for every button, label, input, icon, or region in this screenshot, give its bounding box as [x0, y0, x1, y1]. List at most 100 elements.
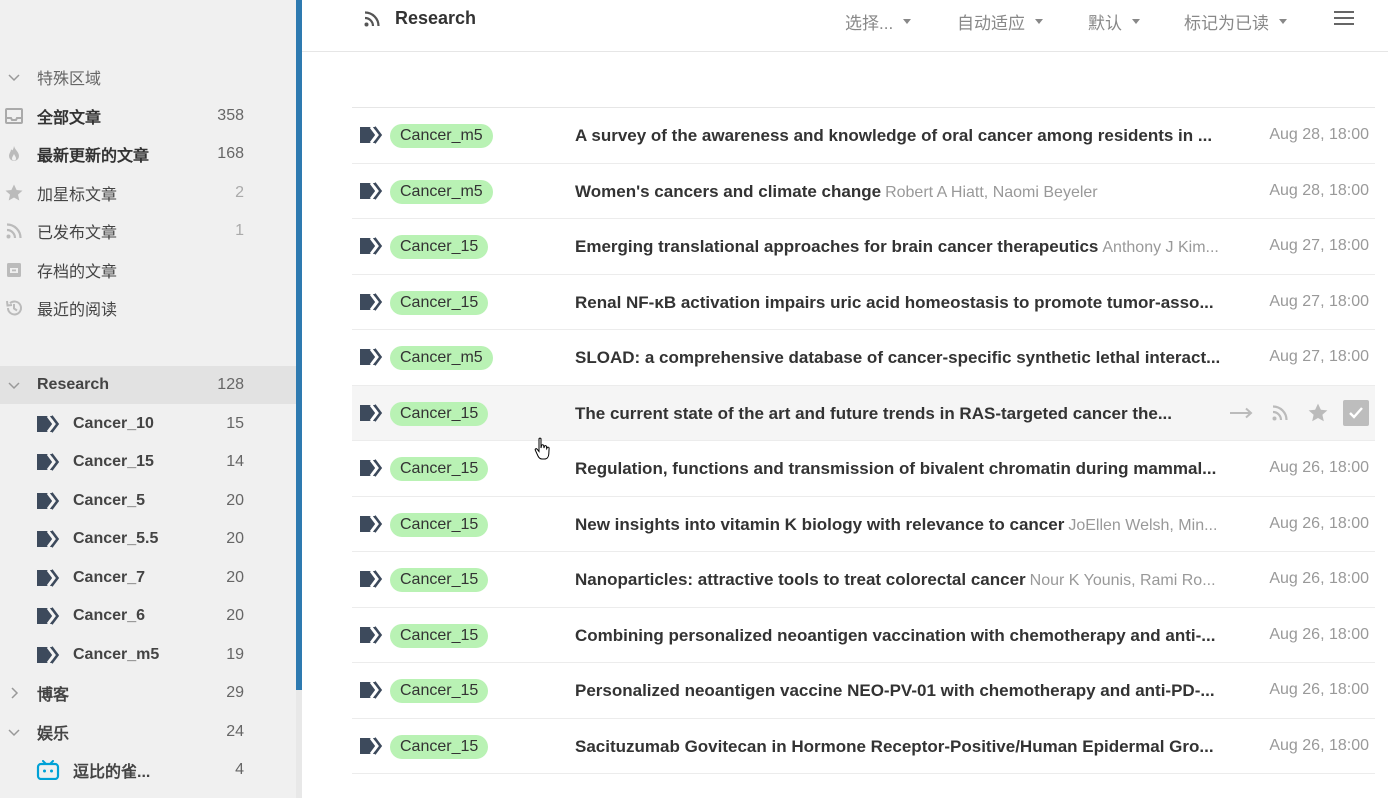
article-title: Sacituzumab Govitecan in Hormone Recepto… — [575, 736, 1214, 756]
article-row[interactable]: Cancer_15 The current state of the art an… — [352, 385, 1375, 441]
mark-as-read-dropdown-label: 标记为已读 — [1184, 14, 1269, 33]
feed-tag[interactable]: Cancer_15 — [390, 623, 489, 648]
feed-tag[interactable]: Cancer_15 — [390, 401, 489, 426]
feed-tag[interactable]: Cancer_m5 — [390, 179, 493, 204]
feed-icon — [360, 126, 383, 144]
feed-tag[interactable]: Cancer_m5 — [390, 346, 493, 370]
feed-icon — [360, 237, 383, 255]
sidebar-feed-item[interactable]: Cancer_10 15 — [0, 405, 296, 443]
sidebar-feed-bilibili[interactable]: 逗比的雀... 4 — [0, 751, 296, 789]
article-content[interactable]: Personalized neoantigen vaccine NEO-PV-0… — [575, 680, 1255, 702]
sidebar-scroll-track — [296, 690, 302, 798]
star-icon — [5, 184, 23, 201]
article-row[interactable]: Cancer_15 Renal NF-κB activation impairs … — [352, 275, 1375, 330]
article-content[interactable]: Nanoparticles: attractive tools to treat… — [575, 569, 1255, 591]
article-title: Combining personalized neoantigen vaccin… — [575, 625, 1216, 645]
sidebar-feed-count: 19 — [226, 646, 244, 663]
sidebar-item-starred[interactable]: 加星标文章 2 — [0, 174, 296, 212]
feed-tag[interactable]: Cancer_15 — [390, 679, 489, 703]
article-title: Personalized neoantigen vaccine NEO-PV-0… — [575, 681, 1215, 700]
arrow-right-icon[interactable] — [1229, 400, 1255, 426]
article-row[interactable]: Cancer_15 Emerging translational approach… — [352, 219, 1375, 275]
special-section-header[interactable]: 特殊区域 — [0, 58, 296, 96]
feed-tag[interactable]: Cancer_m5 — [390, 124, 493, 148]
sidebar-feed-count: 15 — [226, 415, 244, 432]
sidebar-category-blog[interactable]: 博客 29 — [0, 674, 296, 712]
sidebar-feed-count: 14 — [226, 453, 244, 470]
select-dropdown[interactable]: 选择... — [845, 9, 912, 34]
article-row[interactable]: Cancer_15 Combining personalized neoantig… — [352, 608, 1375, 663]
article-title: Nanoparticles: attractive tools to treat… — [575, 570, 1026, 589]
feed-tag[interactable]: Cancer_15 — [390, 568, 489, 592]
article-content[interactable]: Regulation, functions and transmission o… — [575, 458, 1255, 480]
feed-icon — [360, 181, 383, 200]
sidebar-category-label: 博客 — [37, 687, 70, 704]
feed-tag[interactable]: Cancer_15 — [390, 512, 489, 537]
rss-icon[interactable] — [1267, 400, 1293, 426]
article-title: New insights into vitamin K biology with… — [575, 514, 1065, 534]
article-content[interactable]: Renal NF-κB activation impairs uric acid… — [575, 292, 1255, 314]
sidebar-feed-item[interactable]: Cancer_6 20 — [0, 597, 296, 635]
feed-icon — [37, 492, 60, 510]
feed-tag[interactable]: Cancer_15 — [390, 290, 489, 315]
article-title: Regulation, functions and transmission o… — [575, 459, 1217, 478]
feed-tag[interactable]: Cancer_15 — [390, 457, 489, 481]
hamburger-menu-icon[interactable] — [1334, 11, 1354, 27]
article-date: Aug 27, 18:00 — [1269, 237, 1369, 254]
checkmark-icon[interactable] — [1343, 399, 1369, 426]
mark-as-read-dropdown[interactable]: 标记为已读 — [1184, 9, 1287, 34]
feed-icon — [37, 646, 60, 664]
article-content[interactable]: SLOAD: a comprehensive database of cance… — [575, 347, 1255, 369]
sidebar-item-label: 最近的阅读 — [37, 302, 118, 319]
sort-order-dropdown[interactable]: 默认 — [1088, 9, 1140, 34]
sidebar-feed-count: 4 — [235, 761, 244, 778]
sidebar-feed-item[interactable]: Cancer_5.5 20 — [0, 520, 296, 558]
sidebar-category-research[interactable]: Research 128 — [0, 366, 296, 404]
article-date: Aug 26, 18:00 — [1269, 570, 1369, 587]
sidebar-feed-item[interactable]: Cancer_5 20 — [0, 482, 296, 520]
sidebar-item-published[interactable]: 已发布文章 1 — [0, 212, 296, 250]
sidebar-feed-item[interactable]: Cancer_7 20 — [0, 559, 296, 597]
article-content[interactable]: The current state of the art and future … — [575, 403, 1205, 425]
sidebar-category-entertainment[interactable]: 娱乐 24 — [0, 713, 296, 751]
article-row[interactable]: Cancer_15 Personalized neoantigen vaccine… — [352, 663, 1375, 719]
article-row[interactable]: Cancer_15 Regulation, functions and trans… — [352, 441, 1375, 497]
view-mode-dropdown[interactable]: 自动适应 — [957, 9, 1043, 34]
caret-down-icon — [1132, 19, 1140, 24]
feed-tag[interactable]: Cancer_15 — [390, 235, 489, 259]
sidebar-feed-item[interactable]: Cancer_15 14 — [0, 443, 296, 481]
sidebar-item-all-articles[interactable]: 全部文章 358 — [0, 97, 296, 135]
article-row[interactable]: Cancer_15 Sacituzumab Govitecan in Hormon… — [352, 719, 1375, 774]
article-row[interactable]: Cancer_m5 Women's cancers and climate cha… — [352, 164, 1375, 219]
feed-icon — [360, 681, 383, 699]
article-content[interactable]: Combining personalized neoantigen vaccin… — [575, 625, 1255, 647]
article-content[interactable]: A survey of the awareness and knowledge … — [575, 125, 1255, 147]
sidebar-item-archived[interactable]: 存档的文章 — [0, 251, 296, 289]
feed-icon — [37, 569, 60, 587]
sidebar-feed-label: Cancer_5 — [73, 492, 146, 509]
article-date: Aug 26, 18:00 — [1269, 736, 1369, 754]
article-content[interactable]: Emerging translational approaches for br… — [575, 236, 1255, 258]
article-title: SLOAD: a comprehensive database of cance… — [575, 348, 1221, 367]
sidebar-feed-item[interactable]: Cancer_m5 19 — [0, 636, 296, 674]
article-row[interactable]: Cancer_15 Nanoparticles: attractive tools… — [352, 552, 1375, 608]
sidebar-item-recently-read[interactable]: 最近的阅读 — [0, 289, 296, 327]
feed-icon — [360, 348, 383, 366]
special-section-label: 特殊区域 — [37, 71, 102, 88]
article-row[interactable]: Cancer_m5 A survey of the awareness and k… — [352, 108, 1375, 164]
article-content[interactable]: New insights into vitamin K biology with… — [575, 514, 1255, 536]
article-row[interactable]: Cancer_15 New insights into vitamin K bio… — [352, 497, 1375, 552]
sidebar-item-label: 全部文章 — [37, 110, 102, 127]
sidebar-feed-label: Cancer_6 — [73, 607, 146, 624]
feed-tag[interactable]: Cancer_15 — [390, 734, 489, 759]
feed-icon — [360, 459, 383, 477]
sidebar-item-fresh-articles[interactable]: 最新更新的文章 168 — [0, 135, 296, 173]
feed-icon — [37, 607, 60, 625]
sidebar-item-count: 2 — [235, 184, 244, 201]
star-icon[interactable] — [1305, 400, 1331, 426]
article-content[interactable]: Women's cancers and climate change Robert… — [575, 181, 1255, 203]
feed-icon — [37, 530, 60, 548]
article-row[interactable]: Cancer_m5 SLOAD: a comprehensive database… — [352, 330, 1375, 386]
article-content[interactable]: Sacituzumab Govitecan in Hormone Recepto… — [575, 736, 1255, 758]
sidebar-resize-handle[interactable] — [296, 0, 302, 690]
